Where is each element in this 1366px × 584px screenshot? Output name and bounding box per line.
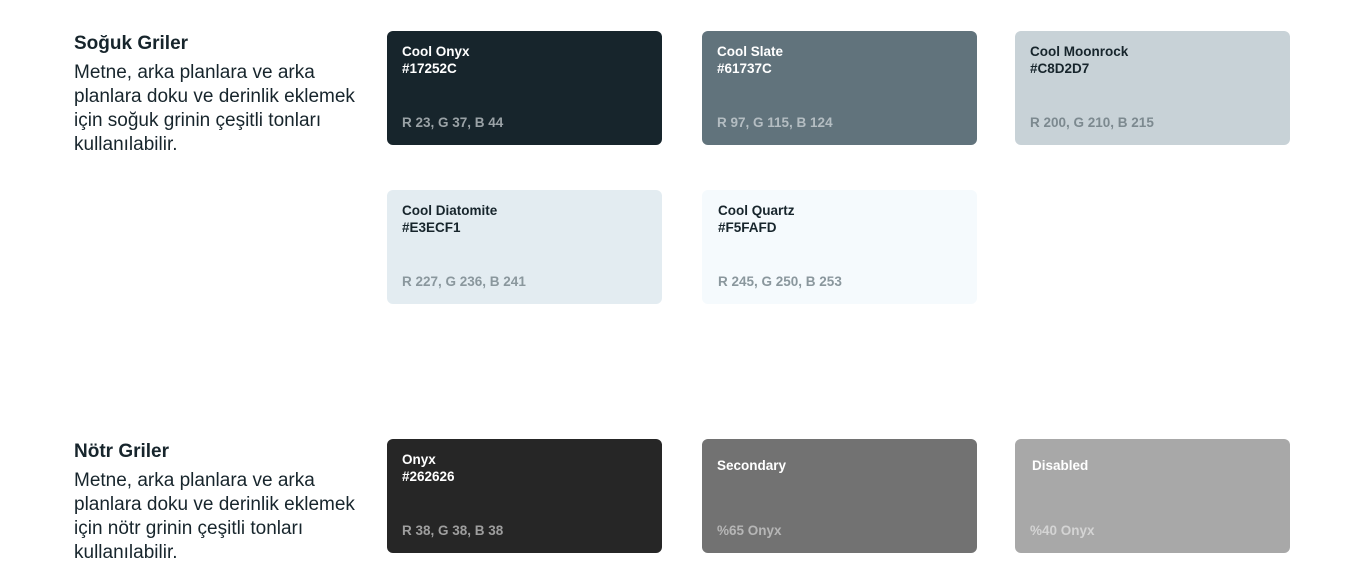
swatch-name: Onyx (402, 452, 436, 467)
swatch-rgb: R 23, G 37, B 44 (402, 115, 504, 130)
swatch-rgb: %65 Onyx (717, 523, 782, 538)
swatch-hex: #61737C (717, 61, 772, 76)
swatch-hex: #F5FAFD (718, 220, 777, 235)
swatch-cool-moonrock: Cool Moonrock #C8D2D7 R 200, G 210, B 21… (1015, 31, 1290, 145)
cool-grays-title: Soğuk Griler (74, 33, 189, 54)
swatch-name: Cool Onyx (402, 44, 470, 59)
swatch-rgb: R 97, G 115, B 124 (717, 115, 833, 130)
swatch-hex: #E3ECF1 (402, 220, 461, 235)
swatch-name: Cool Quartz (718, 203, 795, 218)
swatch-name: Disabled (1032, 458, 1089, 473)
swatch-disabled: Disabled %40 Onyx (1015, 439, 1290, 553)
swatch-cool-slate: Cool Slate #61737C R 97, G 115, B 124 (702, 31, 977, 145)
swatch-secondary: Secondary %65 Onyx (702, 439, 977, 553)
swatch-hex: #C8D2D7 (1030, 61, 1090, 76)
swatch-rgb: R 200, G 210, B 215 (1030, 115, 1154, 130)
swatch-name: Cool Moonrock (1030, 44, 1129, 59)
swatch-hex: #262626 (402, 469, 455, 484)
swatch-rgb: R 227, G 236, B 241 (402, 274, 526, 289)
neutral-grays-title: Nötr Griler (74, 441, 170, 462)
swatch-name: Secondary (717, 458, 787, 473)
swatch-name: Cool Slate (717, 44, 784, 59)
cool-grays-description: Metne, arka planlara ve arka planlara do… (74, 62, 355, 155)
swatch-rgb: R 245, G 250, B 253 (718, 274, 842, 289)
swatch-name: Cool Diatomite (402, 203, 498, 218)
neutral-grays-description: Metne, arka planlara ve arka planlara do… (74, 470, 355, 563)
swatch-cool-quartz: Cool Quartz #F5FAFD R 245, G 250, B 253 (702, 190, 977, 304)
swatch-cool-diatomite: Cool Diatomite #E3ECF1 R 227, G 236, B 2… (387, 190, 662, 304)
swatch-rgb: R 38, G 38, B 38 (402, 523, 504, 538)
swatch-cool-onyx: Cool Onyx #17252C R 23, G 37, B 44 (387, 31, 662, 145)
swatch-hex: #17252C (402, 61, 457, 76)
swatch-rgb: %40 Onyx (1030, 523, 1095, 538)
swatch-onyx: Onyx #262626 R 38, G 38, B 38 (387, 439, 662, 553)
